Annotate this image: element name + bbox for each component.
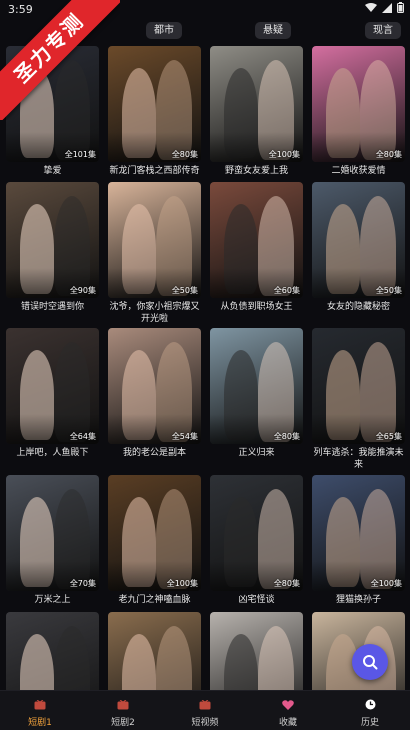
episode-count: 全65集 — [375, 432, 402, 441]
wifi-icon — [365, 2, 377, 12]
drama-card[interactable]: 全100集狸猫换孙子 — [312, 475, 405, 606]
drama-poster[interactable]: 全101集 — [6, 46, 99, 162]
drama-card[interactable]: 全100集野蛮女友爱上我 — [210, 46, 303, 177]
status-icons — [365, 2, 404, 13]
drama-poster[interactable]: 全60集 — [210, 182, 303, 298]
nav-label: 收藏 — [278, 718, 297, 728]
drama-title[interactable]: 二婚收获爱情 — [312, 165, 405, 177]
drama-card[interactable]: 全100集老九门之神嗑血脉 — [108, 475, 201, 606]
drama-poster[interactable]: 全70集 — [6, 475, 99, 591]
drama-card[interactable]: 全90集错误时空遇到你 — [6, 182, 99, 313]
drama-card[interactable]: 全50集女友的隐藏秘密 — [312, 182, 405, 313]
drama-poster[interactable]: 全50集 — [312, 182, 405, 298]
nav-label: 历史 — [360, 718, 379, 728]
battery-icon — [397, 2, 404, 13]
drama-card[interactable]: 全65集列车逃杀：我能推演未来 — [312, 328, 405, 471]
episode-count: 全50集 — [375, 286, 402, 295]
nav-item-3[interactable]: 短视频 — [175, 695, 235, 728]
drama-title[interactable]: 野蛮女友爱上我 — [210, 165, 303, 177]
tv-icon — [175, 695, 235, 714]
search-button[interactable] — [352, 644, 388, 680]
episode-count: 全70集 — [69, 579, 96, 588]
drama-title[interactable]: 老九门之神嗑血脉 — [108, 594, 201, 606]
tab-suspense[interactable]: 悬疑 — [255, 22, 291, 39]
episode-count: 全101集 — [64, 150, 96, 159]
nav-item-2[interactable]: 短剧2 — [93, 695, 153, 728]
tab-modern-romance[interactable]: 现言 — [365, 22, 401, 39]
status-bar: 3:59 — [0, 0, 410, 20]
status-time: 3:59 — [8, 3, 33, 16]
episode-count: 全90集 — [69, 286, 96, 295]
drama-card[interactable]: 全70集万米之上 — [6, 475, 99, 606]
drama-poster[interactable]: 全65集 — [312, 328, 405, 444]
episode-count: 全100集 — [268, 150, 300, 159]
nav-label: 短剧1 — [28, 718, 52, 728]
bottom-nav: 短剧1 短剧2 短视频 收藏 历史 — [0, 690, 410, 730]
drama-title[interactable]: 正义归来 — [210, 447, 303, 459]
nav-item-5[interactable]: 历史 — [340, 695, 400, 728]
drama-card[interactable]: 全80集新龙门客栈之西部传奇 — [108, 46, 201, 177]
episode-count: 全60集 — [273, 286, 300, 295]
episode-count: 全100集 — [166, 579, 198, 588]
drama-poster[interactable]: 全64集 — [6, 328, 99, 444]
nav-item-4[interactable]: 收藏 — [258, 695, 318, 728]
drama-title[interactable]: 万米之上 — [6, 594, 99, 606]
drama-title[interactable]: 凶宅怪谈 — [210, 594, 303, 606]
drama-card[interactable]: 全80集正义归来 — [210, 328, 303, 459]
nav-label: 短剧2 — [111, 718, 135, 728]
drama-title[interactable]: 我的老公是副本 — [108, 447, 201, 459]
drama-title[interactable]: 挚爱 — [6, 165, 99, 177]
tv-icon — [10, 695, 70, 714]
episode-count: 全64集 — [69, 432, 96, 441]
drama-poster[interactable]: 全100集 — [312, 475, 405, 591]
drama-title[interactable]: 错误时空遇到你 — [6, 301, 99, 313]
drama-title[interactable]: 从负债到职场女王 — [210, 301, 303, 313]
drama-poster[interactable]: 全90集 — [6, 182, 99, 298]
signal-icon — [382, 2, 392, 13]
drama-poster[interactable]: 全100集 — [210, 46, 303, 162]
drama-card[interactable]: 全80集凶宅怪谈 — [210, 475, 303, 606]
episode-count: 全80集 — [273, 579, 300, 588]
drama-poster[interactable]: 全80集 — [210, 475, 303, 591]
drama-card[interactable]: 全101集挚爱 — [6, 46, 99, 177]
drama-card[interactable]: 全64集上岸吧，人鱼殿下 — [6, 328, 99, 459]
drama-poster[interactable]: 全80集 — [108, 46, 201, 162]
drama-title[interactable]: 沈爷，你家小祖宗爆又开光啦 — [108, 301, 201, 325]
drama-poster[interactable]: 全50集 — [108, 182, 201, 298]
category-tabs: 都市 悬疑 现言 — [0, 22, 410, 40]
drama-title[interactable]: 新龙门客栈之西部传奇 — [108, 165, 201, 177]
search-icon — [363, 655, 378, 670]
tab-urban[interactable]: 都市 — [146, 22, 182, 39]
drama-poster[interactable]: 全80集 — [312, 46, 405, 162]
tv-icon — [93, 695, 153, 714]
nav-label: 短视频 — [191, 718, 219, 728]
drama-title[interactable]: 狸猫换孙子 — [312, 594, 405, 606]
nav-item-1[interactable]: 短剧1 — [10, 695, 70, 728]
clock-icon — [340, 695, 400, 714]
drama-card[interactable]: 全60集从负债到职场女王 — [210, 182, 303, 313]
drama-title[interactable]: 上岸吧，人鱼殿下 — [6, 447, 99, 459]
episode-count: 全80集 — [171, 150, 198, 159]
episode-count: 全80集 — [375, 150, 402, 159]
episode-count: 全50集 — [171, 286, 198, 295]
drama-card[interactable]: 全50集沈爷，你家小祖宗爆又开光啦 — [108, 182, 201, 325]
drama-title[interactable]: 列车逃杀：我能推演未来 — [312, 447, 405, 471]
episode-count: 全80集 — [273, 432, 300, 441]
episode-count: 全54集 — [171, 432, 198, 441]
drama-poster[interactable]: 全100集 — [108, 475, 201, 591]
drama-poster[interactable]: 全54集 — [108, 328, 201, 444]
drama-poster[interactable]: 全80集 — [210, 328, 303, 444]
drama-title[interactable]: 女友的隐藏秘密 — [312, 301, 405, 313]
heart-icon — [258, 695, 318, 714]
drama-card[interactable]: 全54集我的老公是副本 — [108, 328, 201, 459]
drama-card[interactable]: 全80集二婚收获爱情 — [312, 46, 405, 177]
episode-count: 全100集 — [370, 579, 402, 588]
